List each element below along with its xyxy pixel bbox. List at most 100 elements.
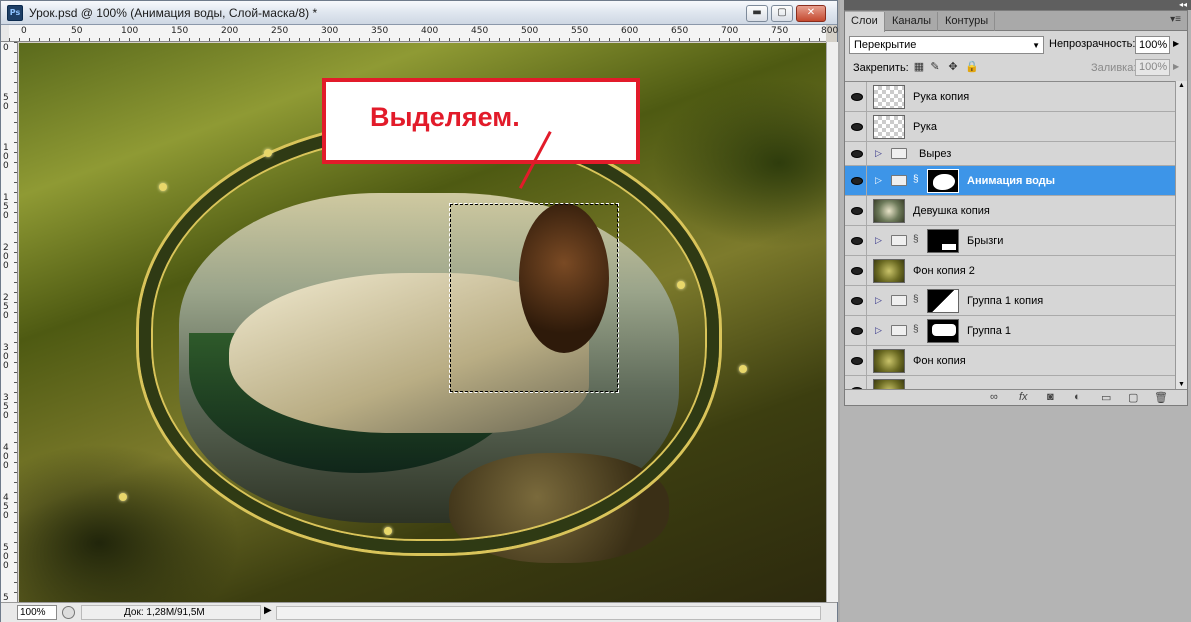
layer-row[interactable]: Фон копия — [845, 346, 1175, 376]
layer-thumbnail — [873, 349, 905, 373]
chevron-down-icon: ▼ — [1032, 41, 1040, 50]
maximize-button[interactable]: ▢ — [771, 5, 793, 22]
layer-name[interactable]: Группа 1 копия — [967, 295, 1043, 307]
opacity-input[interactable]: 100% — [1135, 36, 1170, 54]
layer-group-row[interactable]: ▷ § Брызги — [845, 226, 1175, 256]
visibility-eye-icon[interactable] — [847, 112, 867, 141]
add-mask-icon[interactable]: ◙ — [1047, 391, 1054, 403]
scroll-down-icon[interactable]: ▼ — [1178, 381, 1185, 388]
horizontal-ruler[interactable]: 0 50 100 150 200 250 300 350 400 450 500 550 600 650 7… — [9, 25, 838, 42]
ruler-tick-label: 100 — [121, 26, 139, 36]
layer-name[interactable]: Рука копия — [913, 91, 969, 103]
layer-mask-thumbnail[interactable] — [927, 319, 959, 343]
visibility-eye-icon[interactable] — [847, 82, 867, 111]
layer-row[interactable]: Девушка копия — [845, 196, 1175, 226]
artwork-scene — [139, 123, 719, 573]
status-info-icon[interactable] — [62, 606, 75, 619]
vertical-ruler[interactable]: 050100150200250300350400450500550 — [1, 42, 18, 621]
layer-thumbnail — [873, 115, 905, 139]
document-size[interactable]: Док: 1,28M/91,5M — [81, 605, 261, 620]
layer-name[interactable]: Группа 1 — [967, 325, 1011, 337]
document-title: Урок.psd @ 100% (Анимация воды, Слой-мас… — [29, 6, 318, 20]
layer-mask-thumbnail[interactable] — [927, 229, 959, 253]
layer-name[interactable]: Брызги — [967, 235, 1003, 247]
tab-paths[interactable]: Контуры — [939, 12, 996, 31]
photoshop-app-icon: Ps — [7, 5, 23, 21]
visibility-eye-icon[interactable] — [847, 286, 867, 315]
visibility-eye-icon[interactable] — [847, 256, 867, 285]
blend-mode-value: Перекрытие — [854, 39, 917, 51]
panel-menu-icon[interactable]: ▾≡ — [1170, 14, 1181, 25]
layer-name[interactable]: Рука — [913, 121, 937, 133]
layer-name[interactable]: Анимация воды — [967, 175, 1055, 187]
mask-link-icon[interactable]: § — [913, 234, 919, 245]
ruler-tick-label: 250 — [271, 26, 289, 36]
layer-thumbnail — [873, 85, 905, 109]
lock-transparent-icon[interactable]: ▦ — [913, 61, 925, 73]
frame-ornament-dot — [264, 149, 272, 157]
mask-link-icon[interactable]: § — [913, 174, 919, 185]
mask-link-icon[interactable]: § — [913, 324, 919, 335]
fill-input[interactable]: 100% — [1135, 59, 1170, 76]
layer-row[interactable] — [845, 376, 1175, 389]
ruler-tick-label: 400 — [3, 443, 9, 471]
adjustment-layer-icon[interactable]: ◐ — [1074, 391, 1081, 403]
frame-ornament-dot — [739, 365, 747, 373]
layer-group-row[interactable]: ▷ § Группа 1 — [845, 316, 1175, 346]
fill-slider-icon[interactable]: ▶ — [1173, 62, 1179, 71]
ruler-tick-label: 200 — [3, 243, 9, 271]
layer-name[interactable]: Фон копия — [913, 355, 966, 367]
blend-mode-select[interactable]: Перекрытие ▼ — [849, 36, 1044, 54]
horizontal-scrollbar[interactable] — [276, 606, 821, 620]
expand-triangle-icon[interactable]: ▷ — [875, 148, 882, 159]
collapse-icon[interactable]: ◂◂ — [1179, 0, 1187, 10]
layer-group-row[interactable]: ▷ § Группа 1 копия — [845, 286, 1175, 316]
annotation-callout: Выделяем. — [322, 78, 640, 164]
lock-position-icon[interactable]: ✥ — [947, 61, 959, 73]
marquee-selection[interactable] — [449, 203, 619, 393]
expand-triangle-icon[interactable]: ▷ — [875, 295, 882, 306]
visibility-eye-icon[interactable] — [847, 346, 867, 375]
layer-mask-thumbnail[interactable] — [927, 289, 959, 313]
vertical-scrollbar[interactable] — [826, 42, 838, 602]
status-menu-arrow-icon[interactable]: ▶ — [264, 605, 272, 616]
layer-row[interactable]: Рука — [845, 112, 1175, 142]
document-titlebar[interactable]: Ps Урок.psd @ 100% (Анимация воды, Слой-… — [1, 1, 837, 25]
mask-link-icon[interactable]: § — [913, 294, 919, 305]
link-layers-icon[interactable]: ∞ — [990, 391, 998, 403]
layer-mask-thumbnail[interactable] — [927, 169, 959, 193]
new-layer-icon[interactable]: ▢ — [1128, 391, 1138, 404]
layer-row[interactable]: Фон копия 2 — [845, 256, 1175, 286]
layers-scrollbar[interactable]: ▲ ▼ — [1175, 81, 1187, 389]
layer-name[interactable]: Девушка копия — [913, 205, 990, 217]
tab-layers[interactable]: Слои — [845, 12, 885, 32]
panel-tabs: Слои Каналы Контуры ▾≡ — [845, 11, 1187, 32]
visibility-eye-icon[interactable] — [847, 316, 867, 345]
visibility-eye-icon[interactable] — [847, 142, 867, 165]
close-button[interactable]: ✕ — [796, 5, 826, 22]
lock-image-icon[interactable]: ✎ — [929, 61, 941, 73]
expand-triangle-icon[interactable]: ▷ — [875, 325, 882, 336]
zoom-field[interactable]: 100% — [17, 605, 57, 620]
fx-icon[interactable]: fx — [1019, 391, 1028, 403]
visibility-eye-icon[interactable] — [847, 196, 867, 225]
visibility-eye-icon[interactable] — [847, 166, 867, 195]
expand-triangle-icon[interactable]: ▷ — [875, 235, 882, 246]
layer-group-row-selected[interactable]: ▷ § Анимация воды — [845, 166, 1175, 196]
layer-name[interactable]: Вырез — [919, 148, 951, 160]
visibility-eye-icon[interactable] — [847, 226, 867, 255]
layer-group-row[interactable]: ▷ Вырез — [845, 142, 1175, 166]
scroll-up-icon[interactable]: ▲ — [1178, 82, 1185, 89]
ruler-tick-label: 0 — [21, 26, 27, 36]
new-group-icon[interactable]: ▭ — [1101, 391, 1111, 404]
layer-name[interactable]: Фон копия 2 — [913, 265, 975, 277]
visibility-eye-icon[interactable] — [847, 376, 867, 389]
expand-triangle-icon[interactable]: ▷ — [875, 175, 882, 186]
lock-all-icon[interactable]: 🔒 — [965, 61, 979, 73]
layer-row[interactable]: Рука копия — [845, 82, 1175, 112]
delete-layer-icon[interactable]: 🗑 — [1154, 391, 1168, 404]
tab-channels[interactable]: Каналы — [886, 12, 939, 31]
opacity-slider-icon[interactable]: ▶ — [1173, 39, 1179, 48]
minimize-button[interactable]: ▬ — [746, 5, 768, 22]
panel-grip[interactable]: ◂◂ — [844, 0, 1191, 10]
